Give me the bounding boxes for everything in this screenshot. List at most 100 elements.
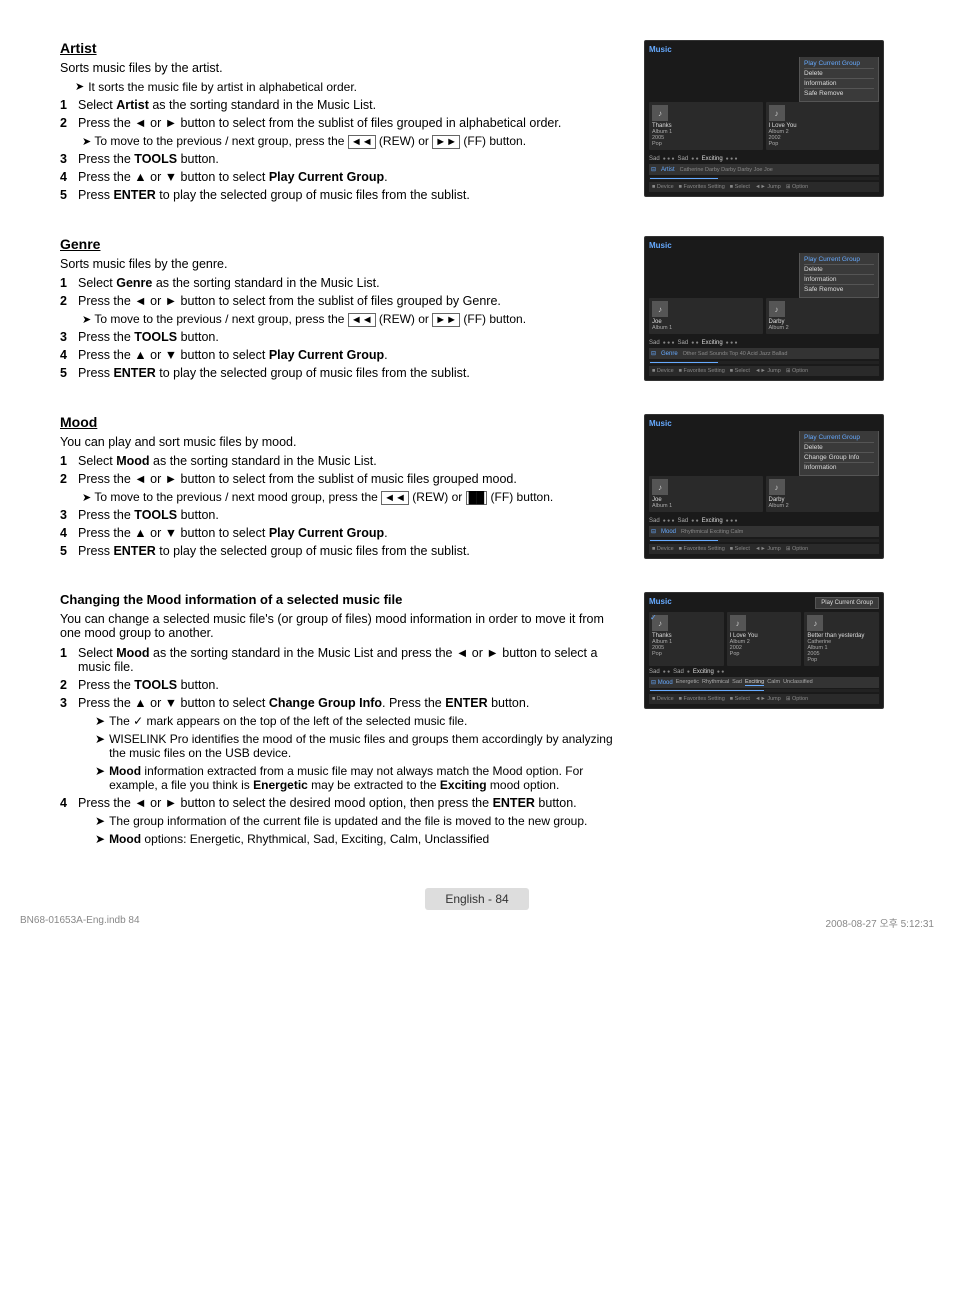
ctx-delete-m: Delete <box>804 443 874 453</box>
bottom-select: ■ Select <box>730 184 750 190</box>
genre-ui-image: Music Play Current Group Delete Informat… <box>644 236 894 384</box>
step-5: 5Press ENTER to play the selected group … <box>60 188 624 202</box>
sad-label: Sad <box>649 156 660 162</box>
changing-tips: ➤The ✓ mark appears on the top of the le… <box>80 714 624 792</box>
ctx-info: Information <box>804 79 874 89</box>
genre-tracks: ♪ Joe Album 1 ♪ Darby Album 2 <box>649 298 879 334</box>
genre-mood-row: Sad ● ● ● Sad ● ● Exciting ● ● ● <box>649 340 879 346</box>
genre-title: Genre <box>60 236 624 252</box>
tip-arrow: ➤ <box>75 80 84 94</box>
track-info-2: Album 22002Pop <box>769 129 877 147</box>
changing-track-3: ♪ Better than yesterday CatherineAlbum 1… <box>804 612 879 666</box>
genre-ui-bottom: ■ Device■ Favorites Setting■ Select◄► Ju… <box>649 366 879 376</box>
step-2: 2Press the ◄ or ► button to select from … <box>60 116 624 130</box>
mood-sub-tip: ➤ To move to the previous / next mood gr… <box>82 490 624 504</box>
sort-label: Artist <box>661 167 675 173</box>
changing-ui-bottom: ■ Device■ Favorites Setting■ Select◄► Ju… <box>649 694 879 704</box>
tip-check: ➤The ✓ mark appears on the top of the le… <box>95 714 624 728</box>
mood-track-icon-2: ♪ <box>769 479 785 495</box>
ctx-play-group-g: Play Current Group <box>804 255 874 265</box>
artist-section: Artist Sorts music files by the artist. … <box>60 40 894 206</box>
genre-steps: 1Select Genre as the sorting standard in… <box>60 276 624 308</box>
ctx-info-g: Information <box>804 275 874 285</box>
mood-ui-image: Music Play Current Group Delete Change G… <box>644 414 894 562</box>
genre-desc: Sorts music files by the genre. <box>60 257 624 271</box>
tip-mood-options: ➤Mood options: Energetic, Rhythmical, Sa… <box>95 832 624 846</box>
ctx-safe-remove-g: Safe Remove <box>804 285 874 294</box>
artist-desc: Sorts music files by the artist. <box>60 61 624 75</box>
genre-step-5: 5Press ENTER to play the selected group … <box>60 366 624 380</box>
changing-track-2: ♪ I Love You Album 22002Pop <box>727 612 802 666</box>
ctx-delete-g: Delete <box>804 265 874 275</box>
tip-group-update: ➤The group information of the current fi… <box>95 814 624 828</box>
ctx-delete: Delete <box>804 69 874 79</box>
page-footer: English - 84 <box>0 888 954 910</box>
artist-ui-image: Music Play Current Group Delete Informat… <box>644 40 894 206</box>
tip-mood-info: ➤Mood information extracted from a music… <box>95 764 624 792</box>
changing-step-4: 4Press the ◄ or ► button to select the d… <box>60 796 624 810</box>
artist-tip1: ➤ It sorts the music file by artist in a… <box>75 80 624 94</box>
mood-title: Mood <box>60 414 624 430</box>
mood-step-3: 3Press the TOOLS button. <box>60 508 624 522</box>
genre-track-icon: ♪ <box>652 301 668 317</box>
bottom-fav: ■ Favorites Setting <box>679 184 725 190</box>
artist-tip1-text: It sorts the music file by artist in alp… <box>88 80 357 94</box>
sort-row: ⊟ Artist Catherine Darby Darby Darby Joe… <box>649 164 879 175</box>
artist-music-ui: Music Play Current Group Delete Informat… <box>644 40 884 197</box>
changing-track-info-2: Album 22002Pop <box>730 639 799 657</box>
bottom-right-text: 2008-08-27 오후 5:12:31 <box>826 915 934 930</box>
genre-track-info-2: Album 2 <box>769 325 877 331</box>
genre-sort-row: ⊟ Genre Other Sad Sounds Top 40 Acid Jaz… <box>649 348 879 359</box>
genre-step-4: 4Press the ▲ or ▼ button to select Play … <box>60 348 624 362</box>
genre-track-2: ♪ Darby Album 2 <box>766 298 880 334</box>
changing-ui-image: Music Play Current Group ♪ ✓ Thanks Albu… <box>644 592 894 850</box>
track-thanks: ♪ Thanks Album 12005Pop <box>649 102 763 150</box>
genre-step-1: 1Select Genre as the sorting standard in… <box>60 276 624 290</box>
mood-ui-bottom: ■ Device■ Favorites Setting■ Select◄► Ju… <box>649 544 879 554</box>
mood-context-menu: Play Current Group Delete Change Group I… <box>799 431 879 476</box>
bottom-left-text: BN68-01653A-Eng.indb 84 <box>20 915 140 930</box>
ctx-change-group: Change Group Info <box>804 453 874 463</box>
changing-steps: 1Select Mood as the sorting standard in … <box>60 646 624 710</box>
changing-step-1: 1Select Mood as the sorting standard in … <box>60 646 624 674</box>
mood-step-2: 2Press the ◄ or ► button to select from … <box>60 472 624 486</box>
mood-tracks: ♪ Joe Album 1 ♪ Darby Album 2 <box>649 476 879 512</box>
genre-track-1: ♪ Joe Album 1 <box>649 298 763 334</box>
changing-section: Changing the Mood information of a selec… <box>60 592 894 850</box>
mood-track-icon: ♪ <box>652 479 668 495</box>
sad-label2: Sad <box>678 156 689 162</box>
exciting-label: Exciting <box>702 156 723 162</box>
track-bar-fill <box>650 178 718 179</box>
dots3: ● ● ● <box>726 156 738 162</box>
dots2: ● ● <box>691 156 698 162</box>
artist-steps-cont: 3Press the TOOLS button. 4Press the ▲ or… <box>60 152 624 202</box>
mood-steps-cont: 3Press the TOOLS button. 4Press the ▲ or… <box>60 508 624 558</box>
music-ui-title: Music <box>649 45 879 54</box>
sort-items: Catherine Darby Darby Darby Joe Joe <box>680 167 773 173</box>
ctx-safe-remove: Safe Remove <box>804 89 874 98</box>
step-4: 4Press the ▲ or ▼ button to select Play … <box>60 170 624 184</box>
step-3: 3Press the TOOLS button. <box>60 152 624 166</box>
genre-ui-title: Music <box>649 241 879 250</box>
bottom-device: ■ Device <box>652 184 674 190</box>
changing-mood-row: Sad ● ● Sad ● Exciting ● ● <box>649 669 879 675</box>
changing-desc: You can change a selected music file's (… <box>60 612 624 640</box>
mood-track-2: ♪ Darby Album 2 <box>766 476 880 512</box>
track-iloveyou: ♪ I Love You Album 22002Pop <box>766 102 880 150</box>
changing-track-icon-2: ♪ <box>730 615 746 631</box>
genre-track-icon-2: ♪ <box>769 301 785 317</box>
ctx-play-group: Play Current Group <box>804 59 874 69</box>
tip-wiselink: ➤WISELINK Pro identifies the mood of the… <box>95 732 624 760</box>
page: Artist Sorts music files by the artist. … <box>0 0 954 940</box>
mood-section: Mood You can play and sort music files b… <box>60 414 894 562</box>
bottom-jump: ◄► Jump <box>755 184 781 190</box>
changing-tracks: ♪ ✓ Thanks Album 12005Pop ♪ I Love You A… <box>649 612 879 666</box>
mood-sort-row: ⊟ Mood Rhythmical Exciting Calm <box>649 526 879 537</box>
mood-step-4: 4Press the ▲ or ▼ button to select Play … <box>60 526 624 540</box>
track-bar <box>649 177 879 180</box>
changing-content: Changing the Mood information of a selec… <box>60 592 624 850</box>
footer-label: English - 84 <box>425 888 528 910</box>
mood-track-1: ♪ Joe Album 1 <box>649 476 763 512</box>
bottom-option: ⊞ Option <box>786 184 808 190</box>
changing-music-ui: Music Play Current Group ♪ ✓ Thanks Albu… <box>644 592 884 709</box>
